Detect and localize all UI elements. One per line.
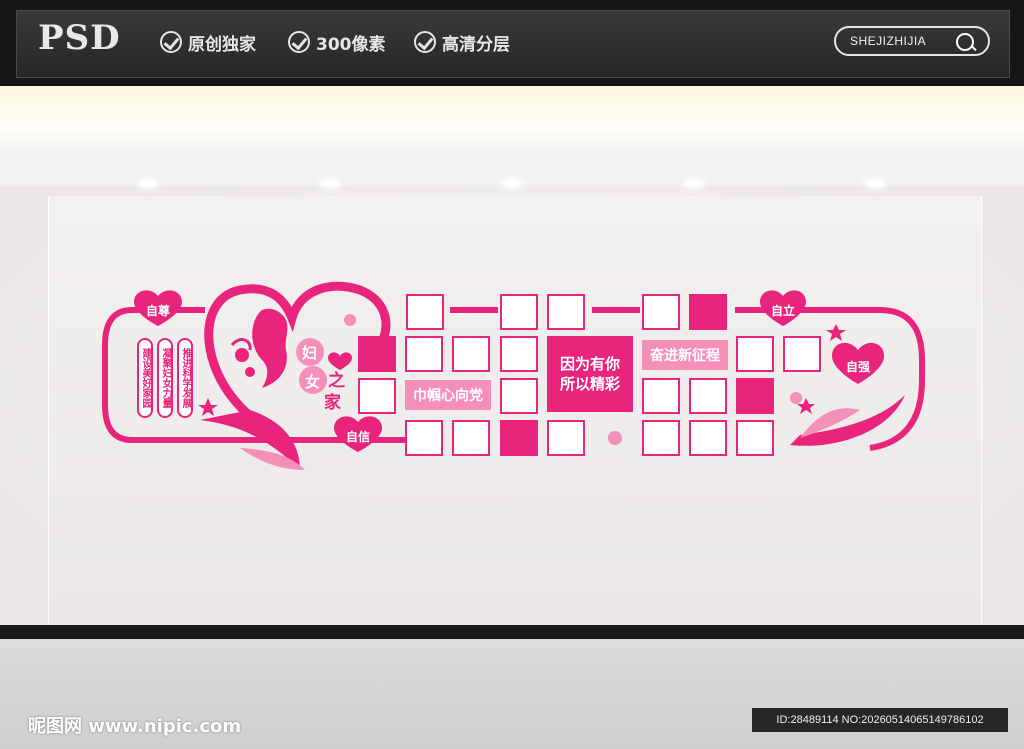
slogan-right-text: 奋进新征程 xyxy=(650,348,720,364)
id-watermark: ID:28489114 NO:20260514065149786102 xyxy=(752,708,1008,732)
photo-frame xyxy=(405,420,443,456)
color-block xyxy=(500,420,538,456)
photo-frame xyxy=(500,336,538,372)
photo-frame xyxy=(736,336,774,372)
photo-frame xyxy=(406,294,444,330)
photo-frame xyxy=(452,420,490,456)
color-block xyxy=(689,294,727,330)
heart-label-self-strengthening: 自强 xyxy=(846,360,871,374)
photo-frame xyxy=(547,420,585,456)
photo-frame xyxy=(547,294,585,330)
heart-label-self-reliance: 自立 xyxy=(771,304,796,318)
center-slogan-box: 因为有你 所以精彩 xyxy=(547,336,633,412)
slogan-left-text: 巾帼心向党 xyxy=(413,388,483,404)
photo-frame xyxy=(689,420,727,456)
slogan-left-box: 巾帼心向党 xyxy=(405,380,491,410)
photo-frame xyxy=(642,378,680,414)
slogan-right-box: 奋进新征程 xyxy=(642,340,728,370)
title-char-1: 妇 xyxy=(302,344,318,362)
photo-frame xyxy=(500,294,538,330)
photo-frame xyxy=(500,378,538,414)
vertical-slogan-1: 建设美好家园 xyxy=(137,338,153,418)
color-block xyxy=(736,378,774,414)
photo-frame xyxy=(642,420,680,456)
title-char-2: 女 xyxy=(305,373,321,391)
center-slogan-line1: 因为有你 xyxy=(559,355,620,373)
site-watermark: 昵图网 www.nipic.com xyxy=(28,716,242,737)
photo-frame xyxy=(783,336,821,372)
photo-frame xyxy=(736,420,774,456)
color-block xyxy=(358,336,396,372)
photo-frame xyxy=(689,378,727,414)
culture-wall-graphics xyxy=(102,281,925,470)
heart-label-self-respect: 自尊 xyxy=(146,304,171,318)
title-char-4: 家 xyxy=(324,393,341,413)
photo-frame xyxy=(405,336,443,372)
vertical-slogan-2: 凝聚妇女力量 xyxy=(157,338,173,418)
photo-frame xyxy=(358,378,396,414)
photo-frame xyxy=(452,336,490,372)
heart-label-self-confidence: 自信 xyxy=(346,430,371,444)
vertical-slogan-3: 推进科学发展 xyxy=(177,338,193,418)
center-slogan-line2: 所以精彩 xyxy=(559,375,620,393)
photo-frame xyxy=(642,294,680,330)
